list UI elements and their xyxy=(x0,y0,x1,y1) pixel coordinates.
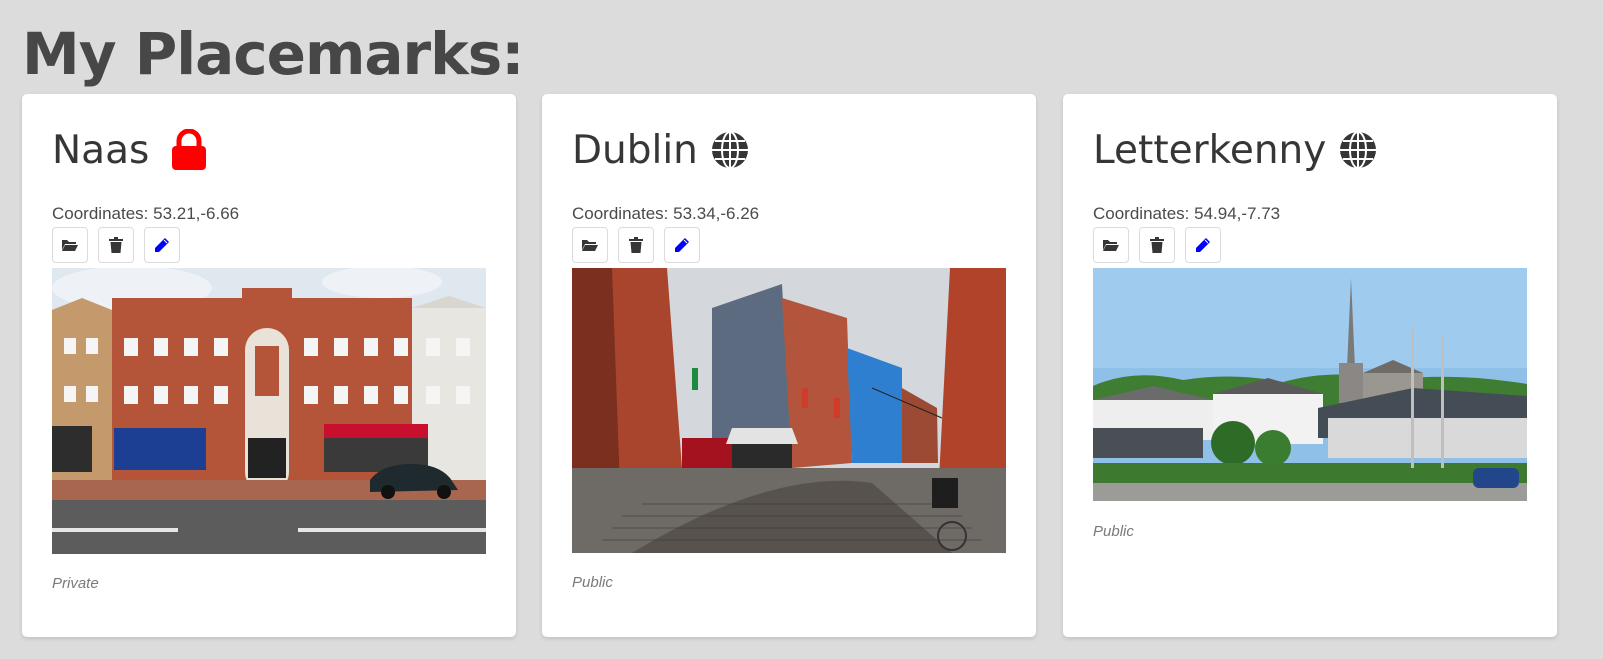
coordinates-text: Coordinates: 53.21,-6.66 xyxy=(52,204,240,223)
visibility-label: Public xyxy=(572,574,613,591)
delete-button[interactable] xyxy=(1139,227,1175,263)
placemark-photo xyxy=(1093,268,1527,501)
edit-button[interactable] xyxy=(1185,227,1221,263)
trash-icon xyxy=(629,237,643,253)
globe-icon xyxy=(710,130,750,170)
placemark-photo xyxy=(572,268,1006,553)
visibility-label: Private xyxy=(52,575,99,592)
edit-button[interactable] xyxy=(144,227,180,263)
coordinates-text: Coordinates: 53.34,-6.26 xyxy=(572,204,760,223)
folder-open-icon xyxy=(1103,240,1119,251)
placemark-card: Naas Coordinates: 53.21,-6.66 Private xyxy=(22,94,516,637)
placemark-actions xyxy=(52,227,180,263)
placemark-title: Naas xyxy=(52,124,207,176)
globe-icon xyxy=(1338,130,1378,170)
folder-open-icon xyxy=(582,240,598,251)
pencil-icon xyxy=(1196,238,1210,252)
coordinates-text: Coordinates: 54.94,-7.73 xyxy=(1093,204,1281,223)
trash-icon xyxy=(1150,237,1164,253)
pencil-icon xyxy=(155,238,169,252)
edit-button[interactable] xyxy=(664,227,700,263)
delete-button[interactable] xyxy=(98,227,134,263)
visibility-label: Public xyxy=(1093,523,1134,540)
lock-icon xyxy=(171,128,207,171)
placemark-name: Naas xyxy=(52,127,150,173)
placemark-name: Letterkenny xyxy=(1093,127,1327,173)
placemark-card: Letterkenny Coordinates: 54.94,-7.73 Pub… xyxy=(1063,94,1557,637)
page-title: My Placemarks: xyxy=(22,20,524,88)
placemark-card: Dublin Coordinates: 53.34,-6.26 Public xyxy=(542,94,1036,637)
open-button[interactable] xyxy=(572,227,608,263)
placemark-title: Dublin xyxy=(572,124,750,176)
placemark-name: Dublin xyxy=(572,127,698,173)
placemark-actions xyxy=(1093,227,1221,263)
pencil-icon xyxy=(675,238,689,252)
open-button[interactable] xyxy=(52,227,88,263)
placemark-actions xyxy=(572,227,700,263)
placemark-title: Letterkenny xyxy=(1093,124,1378,176)
delete-button[interactable] xyxy=(618,227,654,263)
placemark-photo xyxy=(52,268,486,554)
trash-icon xyxy=(109,237,123,253)
open-button[interactable] xyxy=(1093,227,1129,263)
folder-open-icon xyxy=(62,240,78,251)
